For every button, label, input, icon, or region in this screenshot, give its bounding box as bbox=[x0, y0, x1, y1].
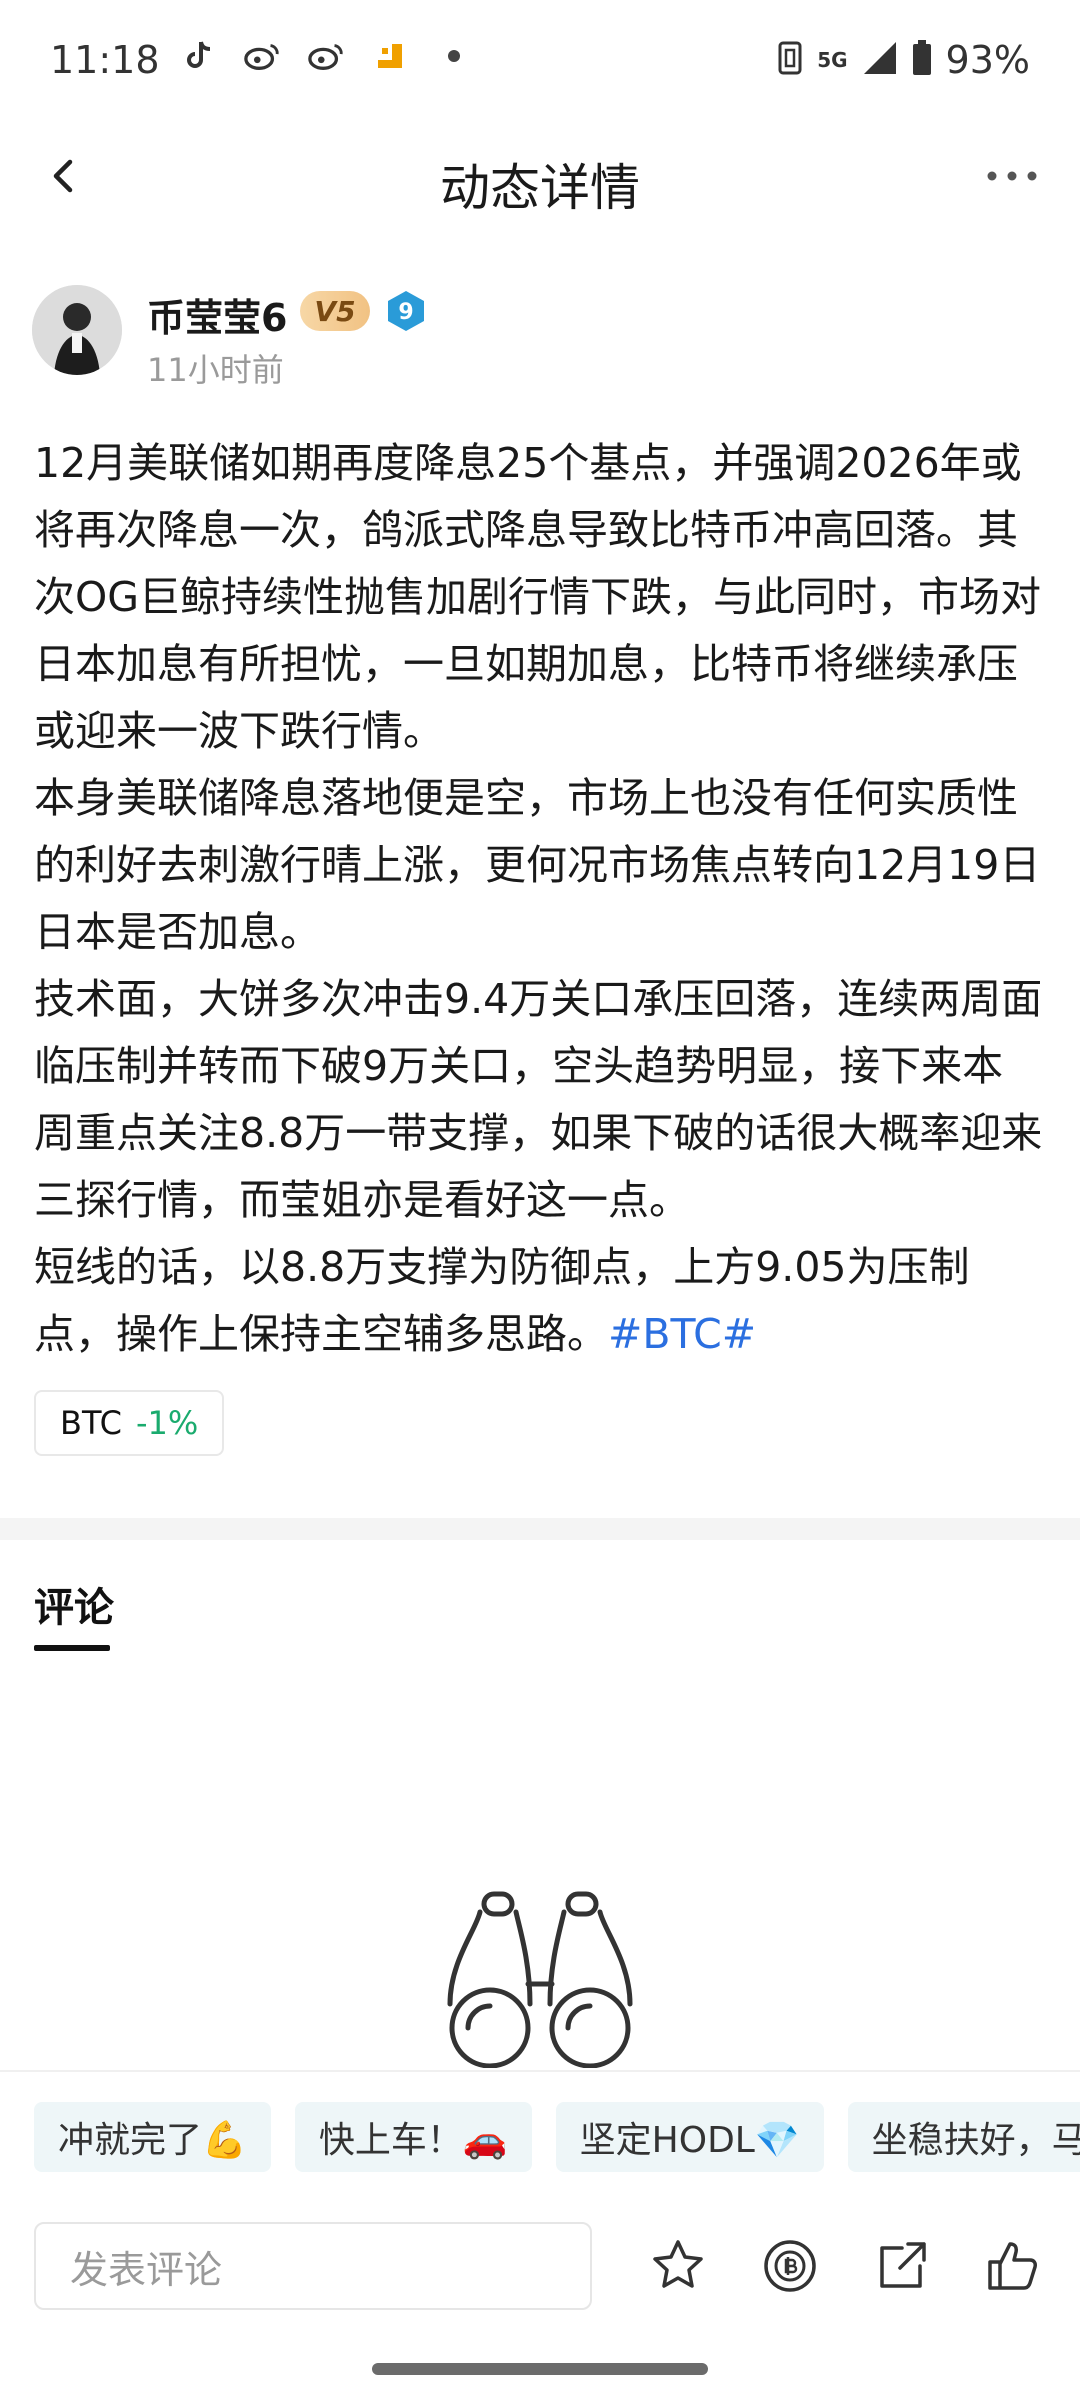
quick-reply-row: 冲就完了💪 快上车！🚗 坚定HODL💎 坐稳扶好，马 bbox=[34, 2102, 1080, 2172]
star-icon bbox=[653, 2240, 703, 2288]
coin-symbol: BTC bbox=[60, 1404, 122, 1442]
network-label: 5G bbox=[817, 48, 848, 72]
more-dots-icon bbox=[987, 171, 1037, 181]
post-paragraph-text: 短线的话，以8.8万支撑为防御点，上方9.05为压制点，操作上保持主空辅多思路。 bbox=[34, 1243, 970, 1358]
section-divider bbox=[0, 1518, 1080, 1540]
share-icon bbox=[880, 2242, 926, 2288]
binoculars-icon bbox=[440, 1888, 640, 2069]
dot-icon bbox=[436, 38, 472, 74]
coin-change: -1% bbox=[135, 1404, 199, 1442]
status-time: 11:18 bbox=[50, 38, 160, 82]
post-paragraph: 12月美联储如期再度降息25个基点，并强调2026年或将再次降息一次，鸽派式降息… bbox=[34, 439, 1042, 755]
author-name[interactable]: 币莹莹6 bbox=[147, 287, 287, 342]
post-body: 12月美联储如期再度降息25个基点，并强调2026年或将再次降息一次，鸽派式降息… bbox=[34, 430, 1044, 1368]
tab-comments[interactable]: 评论 bbox=[34, 1575, 114, 1633]
thumbs-up-icon bbox=[988, 2242, 1037, 2290]
post-paragraph-last: 短线的话，以8.8万支撑为防御点，上方9.05为压制点，操作上保持主空辅多思路。… bbox=[34, 1234, 1044, 1368]
tiktok-icon bbox=[180, 38, 216, 74]
status-bar: 11:18 5G 93% bbox=[0, 0, 1080, 120]
level-badge-text: 9 bbox=[398, 300, 413, 325]
app-icon bbox=[372, 38, 408, 74]
nav-bar: 动态详情 bbox=[0, 120, 1080, 240]
level-badge: 9 bbox=[384, 289, 428, 333]
tab-indicator bbox=[34, 1645, 110, 1651]
quick-reply-chip[interactable]: 快上车！🚗 bbox=[294, 2102, 532, 2172]
signal-icon bbox=[862, 40, 898, 80]
battery-percent: 93% bbox=[945, 38, 1030, 82]
share-button[interactable] bbox=[872, 2236, 932, 2296]
vip-badge: V5 bbox=[300, 291, 370, 331]
quick-reply-bar: 冲就完了💪 快上车！🚗 坚定HODL💎 坐稳扶好，马 bbox=[0, 2070, 1080, 2202]
page-title: 动态详情 bbox=[440, 159, 640, 217]
post-paragraph: 技术面，大饼多次冲击9.4万关口承压回落，连续两周面临压制并转而下破9万关口，空… bbox=[34, 975, 1043, 1224]
author-header: 币莹莹6 V5 9 11小时前 bbox=[32, 285, 1032, 389]
weibo-icon bbox=[308, 38, 344, 74]
favorite-button[interactable] bbox=[648, 2236, 708, 2296]
like-button[interactable] bbox=[982, 2236, 1042, 2296]
avatar[interactable] bbox=[32, 285, 122, 375]
quick-reply-chip[interactable]: 冲就完了💪 bbox=[34, 2102, 271, 2172]
nfc-icon bbox=[777, 40, 803, 80]
battery-icon bbox=[912, 40, 932, 80]
status-notification-icons bbox=[180, 38, 472, 74]
comment-input[interactable]: 发表评论 bbox=[34, 2222, 592, 2310]
coin-tag-chip[interactable]: BTC -1% bbox=[34, 1390, 225, 1456]
home-indicator[interactable] bbox=[372, 2363, 708, 2375]
status-system-icons: 5G 93% bbox=[777, 38, 1030, 82]
hashtag-link[interactable]: #BTC# bbox=[608, 1310, 756, 1358]
more-button[interactable] bbox=[982, 156, 1042, 196]
quick-reply-chip[interactable]: 坐稳扶好，马 bbox=[847, 2102, 1080, 2172]
quick-reply-chip[interactable]: 坚定HODL💎 bbox=[555, 2102, 824, 2172]
post-paragraph: 本身美联储降息落地便是空，市场上也没有任何实质性的利好去刺激行晴上涨，更何况市场… bbox=[34, 774, 1041, 956]
weibo-icon bbox=[244, 38, 280, 74]
coin-icon bbox=[764, 2240, 816, 2292]
post-time: 11小时前 bbox=[147, 351, 284, 389]
tip-button[interactable] bbox=[760, 2236, 820, 2296]
